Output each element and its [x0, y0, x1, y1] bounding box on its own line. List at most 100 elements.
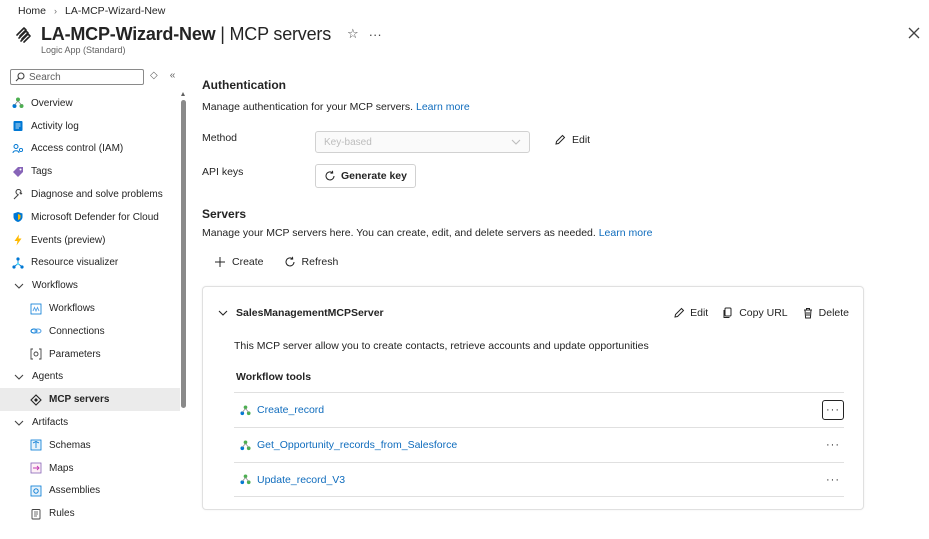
breadcrumb: Home › LA-MCP-Wizard-New: [18, 5, 165, 17]
sidebar-item-label: Connections: [49, 325, 105, 337]
authentication-description: Manage authentication for your MCP serve…: [202, 101, 470, 113]
pencil-icon: [555, 134, 566, 145]
servers-description: Manage your MCP servers here. You can cr…: [202, 227, 653, 239]
sidebar-item-label: Events (preview): [31, 234, 106, 246]
workflow-tool-link[interactable]: Get_Opportunity_records_from_Salesforce: [240, 439, 457, 451]
create-label: Create: [232, 256, 264, 268]
server-name: SalesManagementMCPServer: [236, 307, 384, 319]
scroll-up-icon[interactable]: [181, 92, 185, 96]
sidebar-item-label: Artifacts: [32, 417, 69, 429]
parameters-icon: [30, 348, 42, 360]
auth-learn-more-link[interactable]: Learn more: [416, 101, 470, 113]
workflow-tool-name: Create_record: [257, 404, 325, 416]
sidebar-item-label: Tags: [31, 166, 53, 178]
sidebar-item-label: Overview: [31, 97, 73, 109]
servers-learn-more-link[interactable]: Learn more: [599, 227, 653, 239]
sidebar-item-mcp-servers[interactable]: MCP servers: [0, 388, 180, 412]
server-delete-button[interactable]: Delete: [802, 307, 849, 319]
page-title: LA-MCP-Wizard-New | MCP servers: [41, 23, 332, 44]
workflow-tool-row: Create_record ···: [234, 392, 844, 427]
sidebar-item-workflows[interactable]: Workflows: [0, 297, 180, 320]
server-card: SalesManagementMCPServer Edit Copy URL D…: [202, 286, 864, 510]
create-button[interactable]: Create: [214, 256, 264, 268]
sidebar-item-tags[interactable]: Tags: [0, 160, 180, 183]
server-description: This MCP server allow you to create cont…: [234, 340, 649, 352]
sidebar-group-workflows[interactable]: Workflows: [0, 274, 180, 297]
sidebar-item-label: Access control (IAM): [31, 143, 124, 155]
tool-more-options-button[interactable]: ···: [822, 435, 844, 455]
mcp-icon: [30, 393, 42, 406]
sort-toggle-icon[interactable]: ◇: [150, 70, 158, 81]
refresh-icon: [325, 170, 335, 181]
search-box[interactable]: [10, 69, 144, 85]
workflow-tools-heading: Workflow tools: [236, 371, 312, 383]
workflow-tool-link[interactable]: Update_record_V3: [240, 474, 345, 486]
sidebar-item-access-control-iam[interactable]: Access control (IAM): [0, 138, 180, 161]
sidebar-item-resource-visualizer[interactable]: Resource visualizer: [0, 252, 180, 275]
sidebar-item-label: Parameters: [49, 348, 101, 360]
favorite-star-icon[interactable]: ☆: [347, 26, 359, 42]
refresh-label: Refresh: [301, 256, 339, 268]
sidebar-scrollbar[interactable]: [181, 92, 186, 537]
copy-url-label: Copy URL: [739, 307, 788, 319]
chevron-down-icon: [13, 417, 25, 429]
sidebar-item-label: MCP servers: [49, 394, 110, 406]
sidebar-group-agents[interactable]: Agents: [0, 366, 180, 389]
server-edit-button[interactable]: Edit: [673, 307, 708, 319]
method-select[interactable]: Key-based: [315, 131, 530, 153]
copy-url-button[interactable]: Copy URL: [722, 307, 788, 319]
iam-icon: [12, 143, 24, 155]
resource-type: Logic App (Standard): [41, 45, 126, 55]
sidebar-item-maps[interactable]: Maps: [0, 457, 180, 480]
sidebar-item-label: Microsoft Defender for Cloud: [31, 211, 159, 223]
schemas-icon: [30, 439, 42, 451]
workflow-tool-icon: [240, 404, 251, 415]
sidebar-item-assemblies[interactable]: Assemblies: [0, 480, 180, 503]
server-card-header[interactable]: SalesManagementMCPServer: [218, 307, 384, 319]
chevron-down-icon[interactable]: [218, 310, 228, 316]
servers-heading: Servers: [202, 207, 247, 221]
title-row: LA-MCP-Wizard-New | MCP servers ☆ ···: [14, 22, 382, 46]
sidebar-item-parameters[interactable]: Parameters: [0, 343, 180, 366]
search-input[interactable]: [29, 71, 139, 83]
sidebar-item-microsoft-defender-for-cloud[interactable]: Microsoft Defender for Cloud: [0, 206, 180, 229]
generate-key-button[interactable]: Generate key: [315, 164, 416, 188]
overview-icon: [12, 97, 24, 109]
wrench-icon: [12, 188, 24, 201]
chevron-down-icon: [511, 139, 521, 145]
more-options-icon[interactable]: ···: [369, 27, 382, 42]
sidebar-item-label: Resource visualizer: [31, 257, 119, 269]
method-label: Method: [202, 132, 238, 144]
tool-more-options-button[interactable]: ···: [822, 400, 844, 420]
plus-icon: [215, 257, 225, 267]
sidebar-item-label: Maps: [49, 462, 74, 474]
authentication-heading: Authentication: [202, 78, 286, 92]
sidebar-item-schemas[interactable]: Schemas: [0, 434, 180, 457]
connections-icon: [30, 325, 42, 337]
workflow-tool-link[interactable]: Create_record: [240, 404, 324, 416]
tool-more-options-button[interactable]: ···: [822, 470, 844, 490]
workflow-icon: [30, 303, 42, 315]
refresh-button[interactable]: Refresh: [284, 256, 339, 268]
sidebar-item-label: Rules: [49, 508, 75, 520]
sidebar-item-diagnose-and-solve-problems[interactable]: Diagnose and solve problems: [0, 183, 180, 206]
collapse-sidebar-icon[interactable]: «: [170, 70, 176, 81]
sidebar-item-label: Workflows: [49, 303, 95, 315]
breadcrumb-current[interactable]: LA-MCP-Wizard-New: [65, 5, 165, 17]
sidebar-group-artifacts[interactable]: Artifacts: [0, 411, 180, 434]
sidebar-item-rules[interactable]: Rules: [0, 502, 180, 525]
sidebar-item-connections[interactable]: Connections: [0, 320, 180, 343]
sidebar-item-activity-log[interactable]: Activity log: [0, 115, 180, 138]
close-icon[interactable]: [907, 26, 921, 40]
scrollbar-thumb[interactable]: [181, 100, 186, 408]
rules-icon: [30, 508, 42, 520]
breadcrumb-home[interactable]: Home: [18, 5, 46, 17]
sidebar-item-events-preview[interactable]: Events (preview): [0, 229, 180, 252]
sidebar-item-label: Activity log: [31, 120, 79, 132]
sidebar-item-label: Schemas: [49, 439, 91, 451]
server-delete-label: Delete: [818, 307, 849, 319]
breadcrumb-separator-icon: ›: [54, 6, 58, 16]
sidebar-item-overview[interactable]: Overview: [0, 92, 180, 115]
pencil-icon: [674, 307, 685, 318]
auth-edit-button[interactable]: Edit: [554, 134, 590, 146]
